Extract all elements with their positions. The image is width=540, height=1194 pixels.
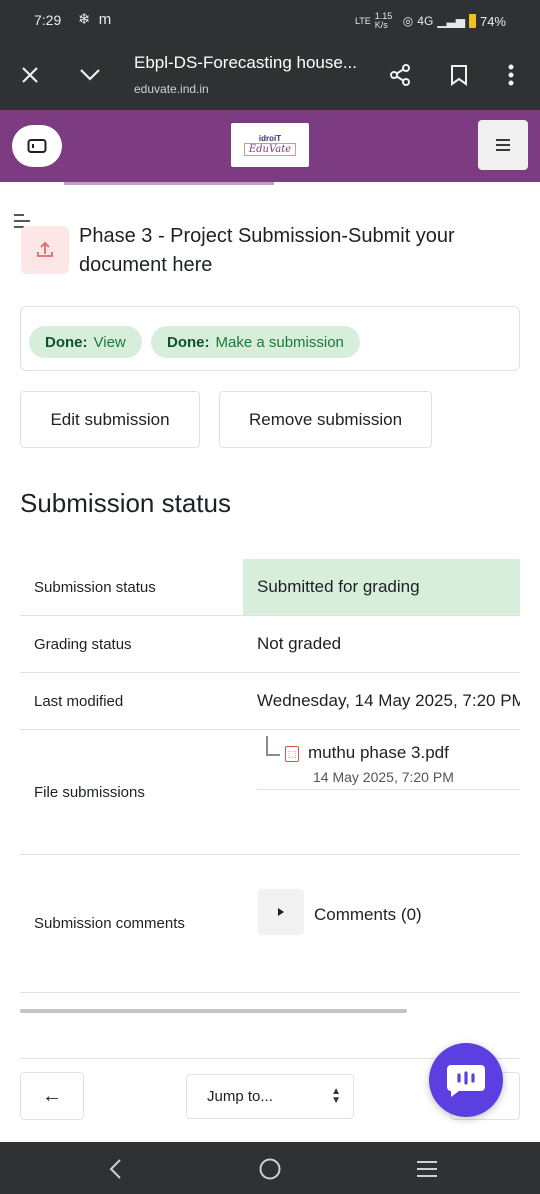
table-horizontal-scrollbar[interactable] bbox=[20, 1009, 407, 1013]
previous-activity-button[interactable]: ← bbox=[20, 1072, 84, 1120]
close-tab-button[interactable] bbox=[15, 60, 45, 90]
last-modified-value: Wednesday, 14 May 2025, 7:20 PM bbox=[257, 691, 520, 710]
edit-submission-button[interactable]: Edit submission bbox=[20, 391, 200, 448]
expand-comments-button[interactable] bbox=[258, 889, 304, 935]
table-row: Submission status Submitted for grading bbox=[20, 559, 520, 616]
completion-condition: Make a submission bbox=[215, 333, 344, 351]
comments-link[interactable]: Comments (0) bbox=[314, 905, 422, 925]
chevron-down-icon bbox=[80, 69, 100, 81]
header-underline bbox=[64, 182, 274, 185]
network-speed: 1.15 K/s bbox=[374, 11, 393, 30]
notification-icons: ❄ m bbox=[78, 11, 114, 28]
row-label: Submission comments bbox=[34, 915, 185, 932]
table-row: File submissions ⬚ muthu phase 3.pdf 14 … bbox=[20, 730, 520, 855]
close-icon bbox=[22, 67, 38, 83]
chat-bubble-icon bbox=[447, 1065, 485, 1097]
upload-icon bbox=[37, 241, 53, 257]
browser-url: eduvate.ind.in bbox=[134, 82, 209, 96]
logo-top-text: idroiT bbox=[258, 134, 282, 143]
pdf-file-icon: ⬚ bbox=[285, 746, 299, 762]
chat-widget-button[interactable] bbox=[429, 1043, 503, 1117]
share-button[interactable] bbox=[385, 60, 415, 90]
browser-page-title: Ebpl-DS-Forecasting house... bbox=[134, 53, 357, 72]
system-navigation-bar bbox=[0, 1142, 540, 1194]
activity-completion: Done: View Done: Make a submission bbox=[20, 306, 520, 371]
row-label: Last modified bbox=[34, 693, 124, 710]
hamburger-icon bbox=[496, 139, 510, 151]
file-tree-divider bbox=[257, 789, 520, 790]
jump-to-label: Jump to... bbox=[207, 1088, 273, 1105]
submitted-file-date: 14 May 2025, 7:20 PM bbox=[313, 769, 454, 785]
assignment-activity-icon bbox=[21, 226, 69, 274]
table-row: Submission comments Comments (0) bbox=[20, 855, 520, 993]
recents-lines-icon bbox=[417, 1161, 437, 1177]
row-label: Submission status bbox=[34, 579, 156, 596]
site-logo[interactable]: idroiT EduVate bbox=[231, 123, 309, 167]
more-options-button[interactable] bbox=[496, 60, 526, 90]
logo-main-text: EduVate bbox=[243, 143, 297, 156]
site-header: idroiT EduVate bbox=[0, 110, 540, 182]
page-title: Phase 3 - Project Submission-Submit your… bbox=[79, 225, 455, 276]
play-icon bbox=[278, 908, 284, 916]
hotspot-icon: ◎ bbox=[402, 14, 414, 28]
submitted-file-link[interactable]: muthu phase 3.pdf bbox=[308, 743, 449, 763]
table-row: Last modified Wednesday, 14 May 2025, 7:… bbox=[20, 673, 520, 730]
table-row: Grading status Not graded bbox=[20, 616, 520, 673]
jump-to-select[interactable]: Jump to... ▲ ▼ bbox=[186, 1074, 354, 1119]
system-recents-button[interactable] bbox=[412, 1154, 442, 1184]
volte-icon: LTE bbox=[354, 16, 371, 26]
browser-toolbar: Ebpl-DS-Forecasting house... eduvate.ind… bbox=[0, 40, 540, 110]
system-home-button[interactable] bbox=[255, 1154, 285, 1184]
submission-status-heading: Submission status bbox=[20, 488, 231, 518]
row-label: File submissions bbox=[34, 784, 145, 801]
share-icon bbox=[390, 64, 410, 86]
completion-condition: View bbox=[93, 333, 126, 351]
minimize-tab-button[interactable] bbox=[75, 60, 105, 90]
back-chevron-icon bbox=[109, 1159, 121, 1179]
remove-submission-button[interactable]: Remove submission bbox=[219, 391, 432, 448]
home-circle-icon bbox=[259, 1158, 281, 1180]
bookmark-icon bbox=[451, 65, 467, 86]
completion-state: Done: bbox=[167, 333, 210, 351]
network-type: 4G bbox=[417, 14, 434, 28]
signal-icon: ▁▃▅ bbox=[437, 14, 465, 28]
select-arrows-icon: ▲ ▼ bbox=[331, 1086, 341, 1106]
status-time: 7:29 bbox=[34, 12, 62, 28]
row-label: Grading status bbox=[34, 636, 132, 653]
completion-state: Done: bbox=[45, 333, 88, 351]
submission-status-value: Submitted for grading bbox=[257, 577, 420, 596]
completion-badge-submission: Done: Make a submission bbox=[151, 326, 360, 358]
main-menu-button[interactable] bbox=[478, 120, 528, 170]
completion-badge-view: Done: View bbox=[29, 326, 142, 358]
system-status-bar: 7:29 ❄ m LTE 1.15 K/s ◎ 4G ▁▃▅ 74% bbox=[0, 0, 540, 40]
status-right-icons: LTE 1.15 K/s ◎ 4G ▁▃▅ 74% bbox=[355, 12, 506, 30]
drawer-icon bbox=[27, 139, 47, 153]
more-vertical-icon bbox=[508, 64, 514, 86]
grading-status-value: Not graded bbox=[257, 634, 342, 653]
system-back-button[interactable] bbox=[100, 1154, 130, 1184]
tree-connector bbox=[266, 736, 280, 756]
battery-icon bbox=[468, 14, 476, 28]
course-drawer-toggle[interactable] bbox=[12, 125, 62, 167]
battery-level: 74% bbox=[479, 13, 506, 29]
bookmark-button[interactable] bbox=[444, 60, 474, 90]
